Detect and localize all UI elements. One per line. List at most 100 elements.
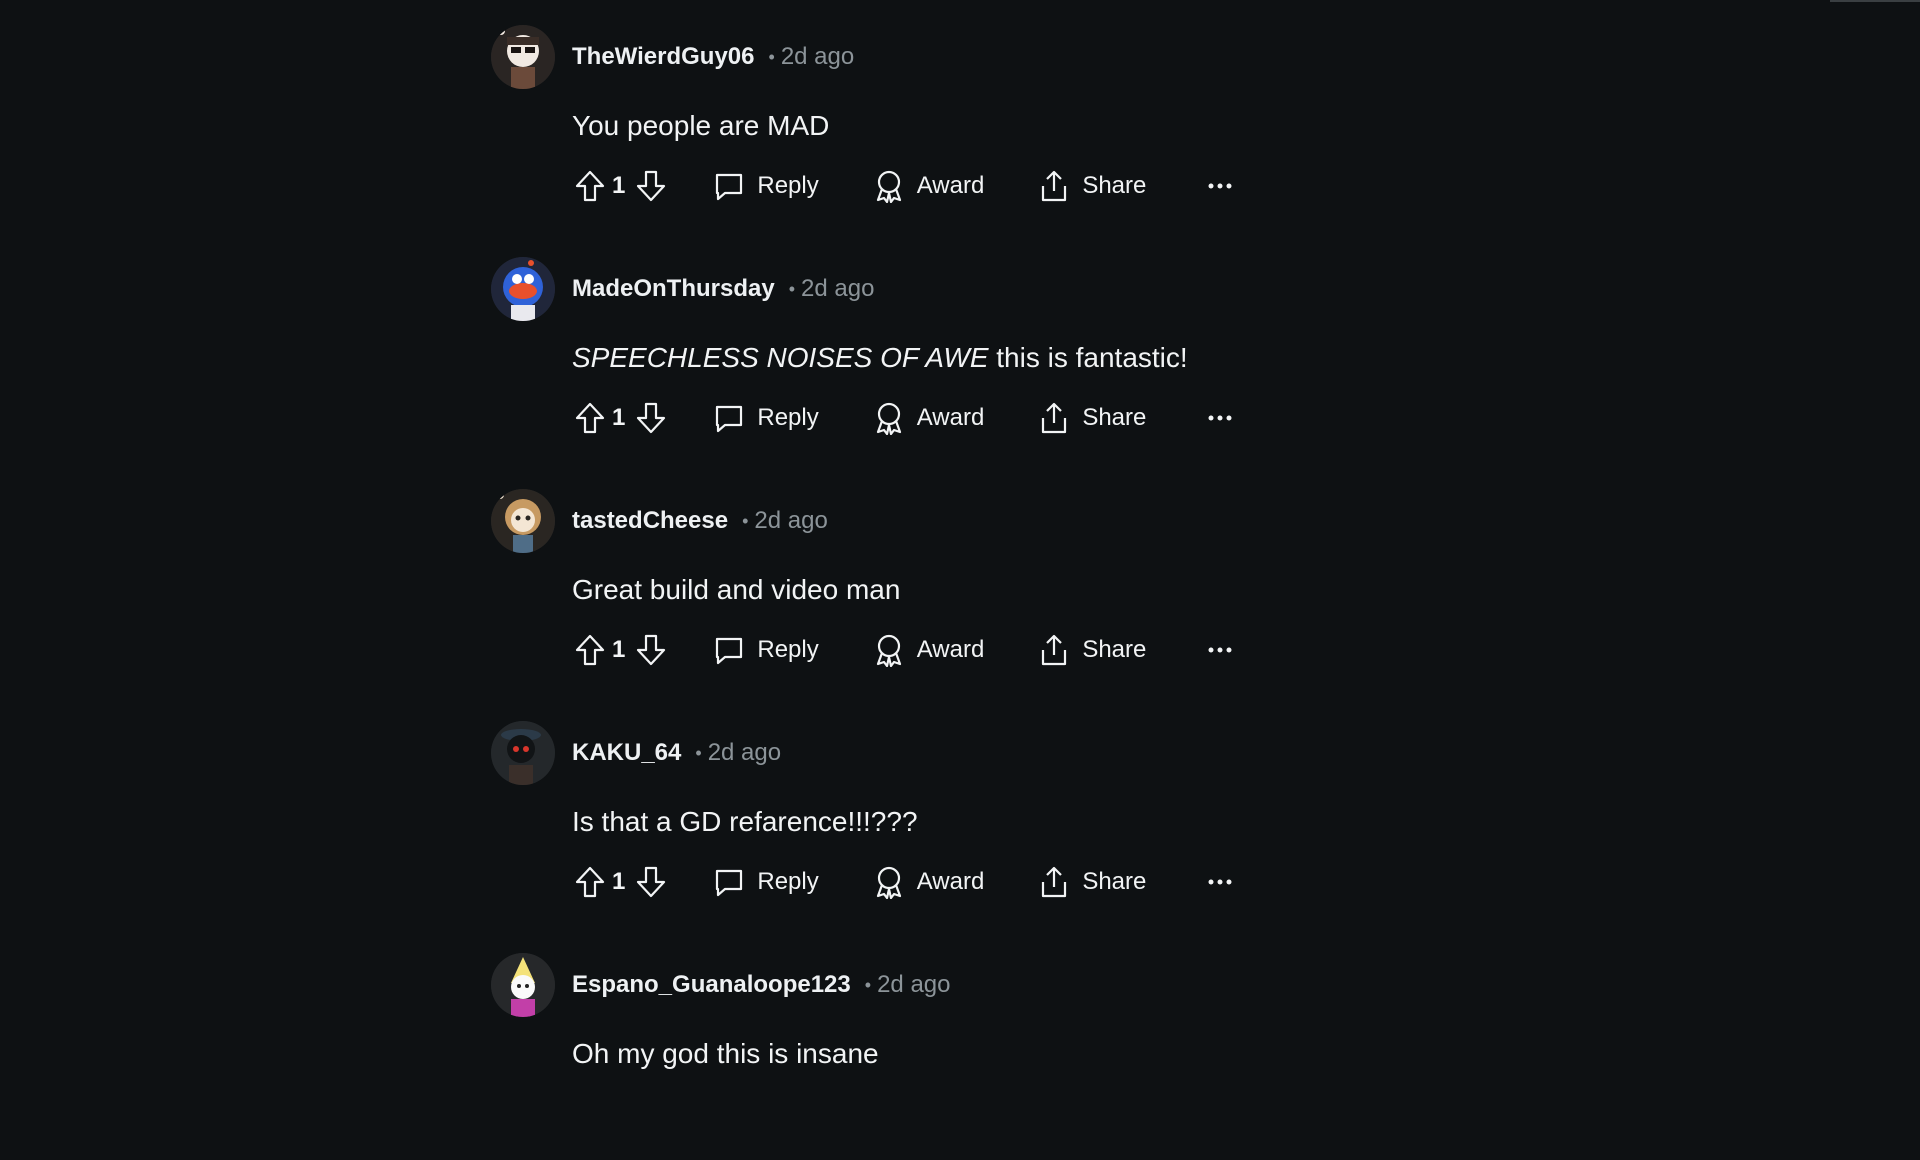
separator-dot: • xyxy=(695,742,702,763)
downvote-button[interactable] xyxy=(633,396,669,440)
award-icon xyxy=(876,634,901,667)
comment: Espano_Guanaloope123 • 2d ago Oh my god … xyxy=(491,928,1291,1160)
username[interactable]: MadeOnThursday xyxy=(572,275,775,303)
more-options-button[interactable] xyxy=(1202,164,1238,208)
award-icon xyxy=(876,866,901,899)
reply-icon xyxy=(716,173,743,201)
downvote-button[interactable] xyxy=(633,860,669,904)
share-button[interactable]: Share xyxy=(1038,860,1146,904)
share-icon xyxy=(1042,866,1067,898)
share-button[interactable]: Share xyxy=(1038,396,1146,440)
award-icon xyxy=(876,170,901,203)
vote-score: 1 xyxy=(612,636,626,663)
avatar[interactable] xyxy=(491,489,555,553)
award-button[interactable]: Award xyxy=(873,628,985,672)
reply-button[interactable]: Reply xyxy=(713,860,819,904)
avatar[interactable] xyxy=(491,721,555,785)
reply-icon xyxy=(716,637,743,665)
vote-score: 1 xyxy=(612,172,626,199)
award-button[interactable]: Award xyxy=(873,396,985,440)
share-button[interactable]: Share xyxy=(1038,628,1146,672)
comment-body-text: Great build and video man xyxy=(572,574,901,605)
username[interactable]: Espano_Guanaloope123 xyxy=(572,971,851,999)
separator-dot: • xyxy=(788,278,796,299)
upvote-button[interactable] xyxy=(572,164,608,208)
upvote-button[interactable] xyxy=(572,860,608,904)
more-icon xyxy=(1208,879,1232,885)
comment-body: Is that a GD refarence!!!??? xyxy=(572,806,918,838)
comment-body: SPEECHLESS NOISES OF AWE this is fantast… xyxy=(572,342,1188,374)
downvote-button[interactable] xyxy=(633,628,669,672)
reply-icon xyxy=(716,869,743,897)
avatar[interactable] xyxy=(491,257,555,321)
share-label: Share xyxy=(1082,636,1147,663)
more-options-button[interactable] xyxy=(1202,628,1238,672)
comment-actions: 1 Reply Award Share xyxy=(572,396,1238,440)
downvote-icon xyxy=(637,866,666,898)
reply-button[interactable]: Reply xyxy=(713,628,819,672)
share-label: Share xyxy=(1082,404,1147,431)
username[interactable]: KAKU_64 xyxy=(572,739,681,767)
share-icon xyxy=(1042,634,1067,666)
comment-actions: 1 Reply Award Share xyxy=(572,860,1238,904)
comment-feed: TheWierdGuy06 • 2d ago You people are MA… xyxy=(491,0,1291,1160)
timestamp[interactable]: 2d ago xyxy=(754,507,827,535)
share-button[interactable]: Share xyxy=(1038,164,1146,208)
reply-button[interactable]: Reply xyxy=(713,164,819,208)
comment-body: You people are MAD xyxy=(572,110,829,142)
separator-dot: • xyxy=(864,974,872,995)
comment-header: Espano_Guanaloope123 • 2d ago xyxy=(491,953,950,1017)
comment-header: tastedCheese • 2d ago xyxy=(491,489,828,553)
share-icon xyxy=(1042,402,1067,434)
upvote-icon xyxy=(575,402,605,434)
avatar[interactable] xyxy=(491,25,555,89)
more-options-button[interactable] xyxy=(1202,396,1238,440)
award-label: Award xyxy=(916,172,985,199)
downvote-button[interactable] xyxy=(633,164,669,208)
award-icon xyxy=(876,402,901,435)
award-label: Award xyxy=(916,404,985,431)
comment-body-emphasis: SPEECHLESS NOISES OF AWE xyxy=(572,342,989,373)
comment-body: Great build and video man xyxy=(572,574,900,606)
timestamp[interactable]: 2d ago xyxy=(781,43,854,71)
window-edge-bar xyxy=(1830,0,1920,2)
comment-actions: 1 Reply Award Share xyxy=(572,628,1238,672)
downvote-icon xyxy=(637,170,666,202)
comment-body: Oh my god this is insane xyxy=(572,1038,879,1070)
reply-icon xyxy=(716,405,743,433)
username[interactable]: TheWierdGuy06 xyxy=(572,43,755,71)
reply-label: Reply xyxy=(757,172,819,199)
comment-header: TheWierdGuy06 • 2d ago xyxy=(491,25,854,89)
share-icon xyxy=(1042,170,1067,202)
reply-label: Reply xyxy=(757,404,819,431)
comment-body-text: this is fantastic! xyxy=(988,342,1188,373)
comment-body-text: Is that a GD refarence!!!??? xyxy=(572,806,918,837)
avatar[interactable] xyxy=(491,953,555,1017)
award-label: Award xyxy=(916,636,985,663)
comment: TheWierdGuy06 • 2d ago You people are MA… xyxy=(491,0,1291,232)
timestamp[interactable]: 2d ago xyxy=(708,739,781,767)
timestamp[interactable]: 2d ago xyxy=(877,971,950,999)
username[interactable]: tastedCheese xyxy=(572,507,728,535)
vote-score: 1 xyxy=(612,404,626,431)
comment-body-text: You people are MAD xyxy=(572,110,830,141)
comment-header: KAKU_64 • 2d ago xyxy=(491,721,781,785)
more-icon xyxy=(1208,183,1232,189)
reply-label: Reply xyxy=(757,868,819,895)
upvote-button[interactable] xyxy=(572,396,608,440)
award-button[interactable]: Award xyxy=(873,860,985,904)
share-label: Share xyxy=(1082,868,1147,895)
comment-header: MadeOnThursday • 2d ago xyxy=(491,257,874,321)
more-icon xyxy=(1208,415,1232,421)
comment: tastedCheese • 2d ago Great build and vi… xyxy=(491,464,1291,696)
upvote-button[interactable] xyxy=(572,628,608,672)
reply-button[interactable]: Reply xyxy=(713,396,819,440)
comment-body-text: Oh my god this is insane xyxy=(572,1038,879,1069)
comment-actions: 1 Reply Award Share xyxy=(572,164,1238,208)
downvote-icon xyxy=(637,634,666,666)
timestamp[interactable]: 2d ago xyxy=(801,275,874,303)
more-options-button[interactable] xyxy=(1202,860,1238,904)
award-button[interactable]: Award xyxy=(873,164,985,208)
award-label: Award xyxy=(916,868,985,895)
upvote-icon xyxy=(575,170,605,202)
